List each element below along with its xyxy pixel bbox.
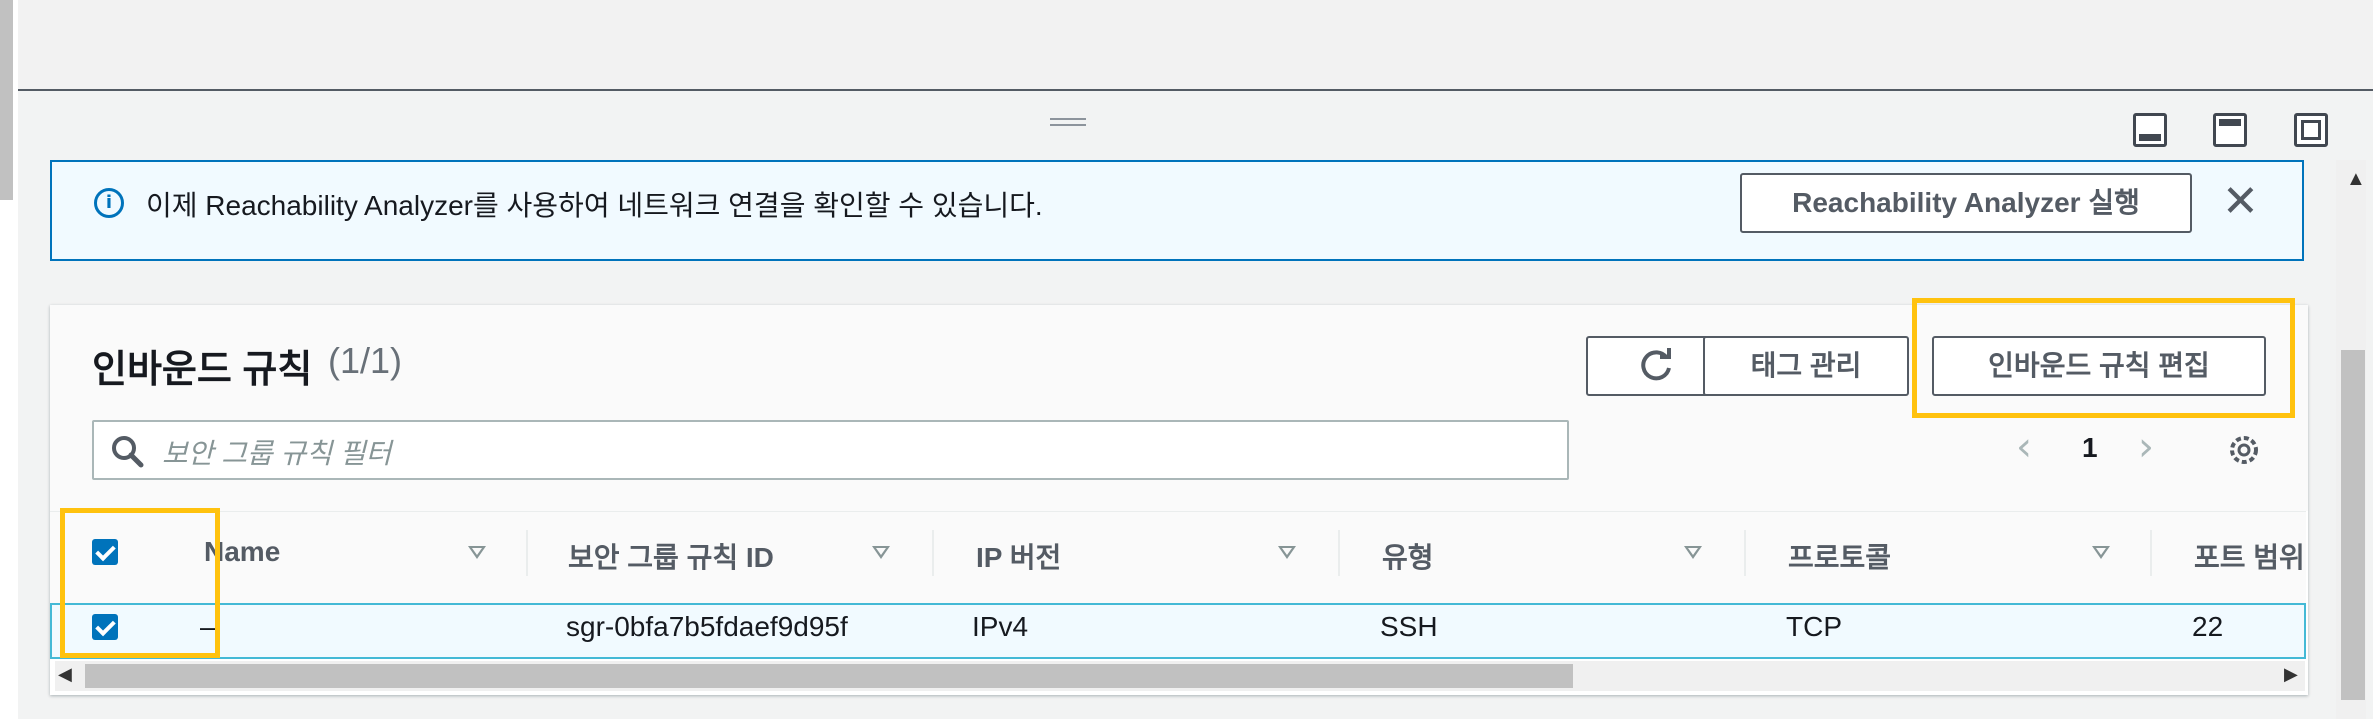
- sort-type-icon[interactable]: [1684, 546, 1702, 559]
- info-icon: i: [94, 188, 124, 218]
- page-number[interactable]: 1: [2082, 432, 2098, 464]
- dock-bottom-icon[interactable]: [2133, 113, 2167, 147]
- cell-type: SSH: [1380, 611, 1438, 642]
- sort-protocol-icon[interactable]: [2092, 546, 2110, 559]
- manage-tags-button[interactable]: 태그 관리: [1703, 336, 1909, 396]
- left-scrollbar-thumb[interactable]: [0, 0, 13, 200]
- table-header: [50, 511, 2306, 605]
- scroll-left-arrow-icon[interactable]: ◀: [58, 664, 72, 685]
- highlight-checkboxes: [60, 508, 220, 658]
- scroll-up-arrow-icon[interactable]: ▲: [2346, 168, 2366, 191]
- gear-icon[interactable]: [2224, 430, 2264, 470]
- column-divider[interactable]: [1744, 530, 1746, 576]
- scroll-right-arrow-icon[interactable]: ▶: [2284, 664, 2298, 685]
- column-header-type[interactable]: 유형: [1382, 536, 1434, 576]
- cell-rule-id: sgr-0bfa7b5fdaef9d95f: [566, 611, 848, 642]
- cell-ip-version: IPv4: [972, 611, 1029, 642]
- search-placeholder: 보안 그룹 규칙 필터: [162, 438, 392, 469]
- split-drag-handle[interactable]: [1050, 118, 1086, 129]
- rule-count: (1/1): [328, 340, 403, 381]
- sort-ip-version-icon[interactable]: [1278, 546, 1296, 559]
- sort-rule-id-icon[interactable]: [872, 546, 890, 559]
- refresh-icon: [1641, 348, 1671, 381]
- banner-message: 이제 Reachability Analyzer를 사용하여 네트워크 연결을 …: [146, 190, 1043, 221]
- cell-port-range: 22: [2192, 611, 2224, 642]
- sort-name-icon[interactable]: [468, 546, 486, 559]
- close-icon[interactable]: ✕: [2222, 176, 2259, 227]
- dock-full-icon[interactable]: [2294, 113, 2328, 147]
- previous-page-button[interactable]: ‹: [2016, 424, 2032, 470]
- cell-protocol: TCP: [1786, 611, 1842, 642]
- column-header-ip-version[interactable]: IP 버전: [976, 536, 1061, 576]
- column-header-rule-id[interactable]: 보안 그룹 규칙 ID: [568, 536, 774, 576]
- top-pane: [18, 0, 2373, 91]
- column-header-protocol[interactable]: 프로토콜: [1788, 536, 1891, 576]
- reachability-analyzer-button[interactable]: Reachability Analyzer 실행: [1740, 173, 2192, 233]
- column-divider[interactable]: [526, 530, 528, 576]
- panel-title: 인바운드 규칙: [92, 349, 313, 391]
- search-icon: [112, 436, 144, 468]
- vertical-scrollbar-thumb[interactable]: [2341, 350, 2365, 700]
- table-row[interactable]: [50, 603, 2306, 659]
- horizontal-scrollbar-thumb[interactable]: [85, 664, 1573, 688]
- column-divider[interactable]: [1338, 530, 1340, 576]
- column-divider[interactable]: [932, 530, 934, 576]
- dock-side-icon[interactable]: [2213, 113, 2247, 147]
- next-page-button[interactable]: ›: [2138, 424, 2154, 470]
- column-divider[interactable]: [2150, 530, 2152, 576]
- highlight-edit-button: [1912, 298, 2295, 418]
- column-header-port-range[interactable]: 포트 범위: [2194, 536, 2305, 576]
